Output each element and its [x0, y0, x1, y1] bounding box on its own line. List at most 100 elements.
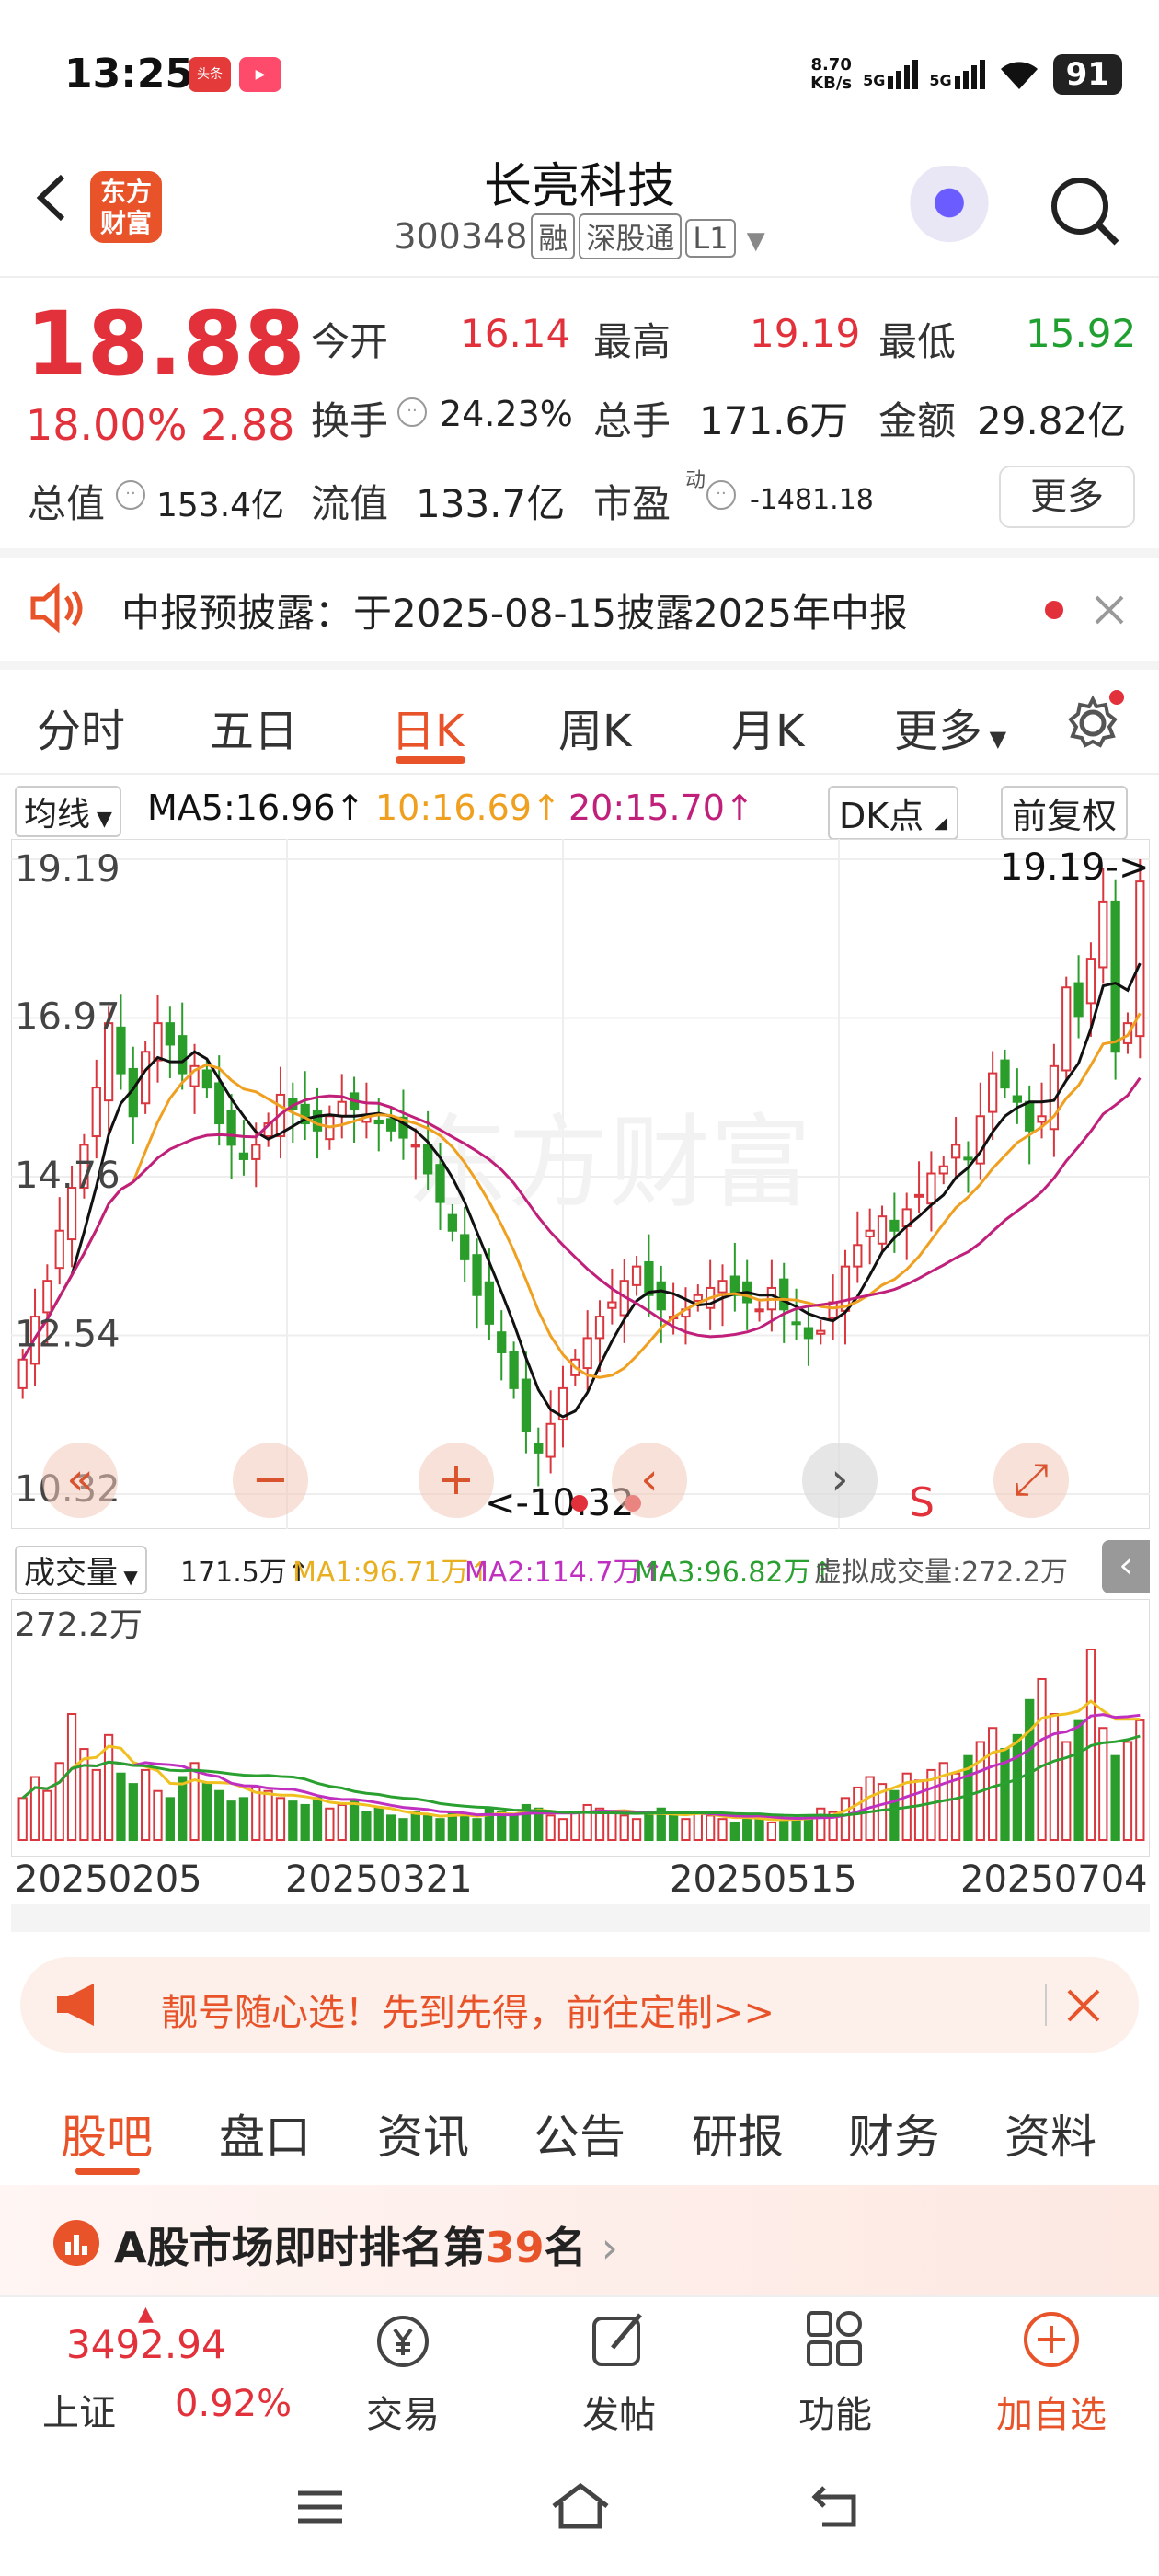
- close-icon[interactable]: [1065, 1987, 1102, 2024]
- nav-post[interactable]: 发帖: [555, 2385, 683, 2438]
- y-tick-label: 19.19: [15, 848, 120, 891]
- volume-bar: [791, 1819, 801, 1841]
- y-tick-label: 16.97: [15, 996, 120, 1039]
- volume-bar: [275, 1797, 286, 1842]
- tab-guba[interactable]: 股吧: [61, 2100, 153, 2167]
- info-icon[interactable]: ··: [706, 480, 736, 510]
- volume-bar: [681, 1818, 691, 1841]
- collapse-panel-icon[interactable]: ‹: [1102, 1540, 1150, 1593]
- net-speed-value: 8.70: [810, 55, 852, 75]
- tab-daily-k[interactable]: 日K: [391, 695, 464, 759]
- tab-5day[interactable]: 五日: [210, 695, 298, 759]
- candle-body: [497, 1331, 507, 1353]
- tab-announcements[interactable]: 公告: [534, 2100, 625, 2167]
- candle-body: [42, 1280, 52, 1314]
- volume-bar: [766, 1821, 777, 1841]
- nav-add-watchlist[interactable]: 加自选: [987, 2385, 1116, 2438]
- candle-body: [214, 1082, 224, 1125]
- volume-bar: [66, 1713, 77, 1841]
- tab-news[interactable]: 资讯: [377, 2100, 469, 2167]
- volume-bar: [410, 1811, 420, 1841]
- volume-value: 171.6万: [699, 398, 849, 443]
- ma20-value: 20:15.70↑: [568, 788, 754, 828]
- step-left-icon[interactable]: ‹: [612, 1443, 687, 1518]
- notice-bar[interactable]: 中报预披露：于2025-08-15披露2025年中报: [0, 557, 1159, 658]
- volume-bar: [779, 1818, 789, 1841]
- battery-indicator: 91: [1052, 54, 1122, 95]
- promo-text: 靓号随心选！先到先得，前往定制>>: [161, 1992, 775, 2034]
- rank-text: A股市场即时排名第39名 ›: [114, 2223, 619, 2272]
- date-tick: 20250704: [960, 1858, 1148, 1901]
- float-label: 流值: [311, 481, 389, 526]
- volume-bar: [238, 1797, 249, 1842]
- tab-finance[interactable]: 财务: [848, 2100, 940, 2167]
- candle-body: [17, 1358, 28, 1389]
- candle-body: [594, 1316, 605, 1340]
- volume-bar: [385, 1814, 396, 1841]
- scroll-left-icon[interactable]: «: [42, 1443, 118, 1518]
- close-icon[interactable]: [1091, 592, 1128, 628]
- candle-body: [472, 1254, 482, 1296]
- candle-body: [656, 1281, 666, 1311]
- settings-gear-icon[interactable]: [1060, 688, 1126, 754]
- function-grid-icon[interactable]: [803, 2307, 867, 2372]
- tab-more[interactable]: 更多 ▼: [894, 695, 1006, 759]
- watermark: 东方财富: [407, 1104, 811, 1222]
- tab-profile[interactable]: 资料: [1004, 2100, 1096, 2167]
- volume-bar: [717, 1818, 728, 1841]
- volume-bar: [337, 1803, 347, 1842]
- robot-avatar-icon[interactable]: [903, 166, 995, 248]
- home-icon[interactable]: [548, 2478, 613, 2534]
- pe-superscript: 动: [685, 469, 706, 492]
- add-watchlist-icon[interactable]: [1019, 2307, 1084, 2372]
- volume-bar: [361, 1811, 372, 1841]
- more-button[interactable]: 更多: [999, 466, 1135, 528]
- tab-monthly-k[interactable]: 月K: [731, 695, 804, 759]
- candlestick-chart[interactable]: 东方财富 19.1916.9714.7612.5410.32 19.19-> <…: [11, 839, 1150, 1529]
- tag-level: L1: [685, 219, 736, 258]
- volume-bar: [103, 1733, 114, 1841]
- candle-body: [385, 1118, 396, 1132]
- sell-signal-s[interactable]: S: [909, 1479, 935, 1526]
- event-dot[interactable]: [571, 1495, 588, 1512]
- info-icon[interactable]: ··: [116, 480, 145, 510]
- volume-selector[interactable]: 成交量 ▼: [15, 1546, 147, 1594]
- menu-icon[interactable]: [293, 2484, 348, 2530]
- candle-body: [484, 1281, 495, 1325]
- index-value[interactable]: 3492.94: [66, 2322, 226, 2367]
- nav-trade[interactable]: 交易: [339, 2385, 467, 2438]
- zoom-out-icon[interactable]: −: [233, 1443, 308, 1518]
- trade-yen-icon[interactable]: [371, 2309, 435, 2374]
- ma-selector[interactable]: 均线 ▼: [15, 786, 121, 837]
- back-nav-icon[interactable]: [808, 2480, 866, 2532]
- volume-bar: [1012, 1733, 1022, 1841]
- step-right-icon[interactable]: ›: [802, 1443, 878, 1518]
- volume-label: 总手: [593, 398, 671, 443]
- volume-bar: [619, 1814, 629, 1841]
- adjust-selector[interactable]: 前复权: [1001, 786, 1129, 840]
- vol-ma1: MA1:96.71万↑: [293, 1557, 492, 1589]
- tab-weekly-k[interactable]: 周K: [558, 695, 631, 759]
- volume-bar: [1110, 1754, 1120, 1841]
- market-rank-card[interactable]: A股市场即时排名第39名 ›: [0, 2185, 1159, 2295]
- candle-body: [1025, 1100, 1035, 1132]
- volume-bar: [570, 1811, 580, 1841]
- info-icon[interactable]: ··: [397, 397, 427, 427]
- volume-bar: [545, 1814, 556, 1841]
- tab-orderbook[interactable]: 盘口: [219, 2100, 311, 2167]
- volume-bar: [557, 1818, 568, 1841]
- zoom-in-icon[interactable]: +: [419, 1443, 494, 1518]
- candle-body: [423, 1144, 433, 1175]
- search-icon[interactable]: [1045, 171, 1124, 250]
- nav-function[interactable]: 功能: [771, 2385, 900, 2438]
- volume-bar: [460, 1814, 470, 1841]
- dk-point-selector[interactable]: DK点 ◢: [828, 786, 959, 840]
- volume-chart[interactable]: 272.2万: [11, 1599, 1150, 1857]
- candle-body: [1135, 880, 1145, 1038]
- fullscreen-icon[interactable]: ⤢: [993, 1443, 1069, 1518]
- signal-icon-2: 5G: [929, 60, 985, 89]
- volume-bar: [816, 1807, 826, 1841]
- tab-minute[interactable]: 分时: [37, 695, 125, 759]
- post-edit-icon[interactable]: [587, 2307, 651, 2372]
- tab-research[interactable]: 研报: [692, 2100, 784, 2167]
